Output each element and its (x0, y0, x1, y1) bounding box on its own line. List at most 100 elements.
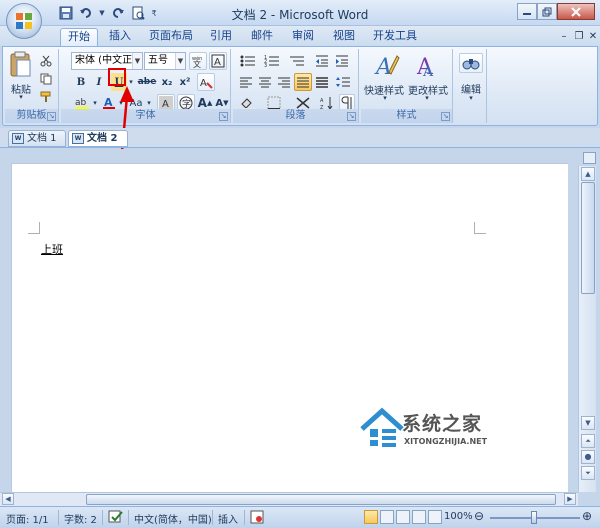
paste-icon[interactable] (8, 51, 34, 79)
align-left-icon[interactable] (237, 73, 255, 91)
window-title: 文档 2 - Microsoft Word (231, 8, 369, 22)
scroll-down-icon[interactable]: ▼ (581, 416, 595, 430)
proofing-icon[interactable] (108, 510, 124, 527)
horizontal-scroll-thumb[interactable] (86, 494, 556, 505)
document-text[interactable]: 上班 (41, 241, 63, 257)
doc-restore-icon[interactable]: ❐ (573, 30, 585, 42)
align-right-icon[interactable] (275, 73, 293, 91)
page-count[interactable]: 页面: 1/1 (6, 511, 49, 526)
zoom-in-icon[interactable]: ⊕ (582, 509, 592, 523)
svg-text:A: A (374, 55, 392, 80)
strikethrough-button[interactable]: abe (137, 73, 157, 91)
decrease-indent-icon[interactable] (313, 52, 331, 70)
tab-view[interactable]: 视图 (328, 28, 360, 46)
multilevel-list-icon[interactable] (285, 52, 309, 70)
font-group-label: 字体 (61, 109, 230, 123)
print-layout-icon[interactable] (364, 510, 378, 524)
scroll-up-icon[interactable]: ▲ (581, 167, 595, 181)
grow-font-label: A (197, 96, 207, 110)
zoom-level[interactable]: 100% (444, 511, 473, 522)
superscript-button[interactable]: x² (177, 73, 193, 91)
web-layout-icon[interactable] (396, 510, 410, 524)
minimize-button[interactable] (517, 3, 537, 20)
character-border-icon[interactable]: A (209, 52, 227, 70)
next-page-icon[interactable]: ⏷ (581, 466, 595, 480)
doc-tab-1[interactable]: W 文档 1 (8, 130, 66, 147)
tab-developer[interactable]: 开发工具 (369, 28, 421, 46)
word-doc-icon: W (12, 133, 24, 144)
phonetic-guide-icon[interactable]: wén 文 (189, 52, 207, 70)
tab-review[interactable]: 审阅 (287, 28, 319, 46)
language-indicator[interactable]: 中文(简体，中国) (134, 511, 212, 526)
font-name-dropdown[interactable]: 宋体 (中文正文) ▼ (71, 52, 143, 70)
select-browse-object-icon[interactable]: ● (581, 450, 595, 464)
font-launcher-icon[interactable]: ↘ (219, 112, 228, 121)
editing-dropdown-icon[interactable]: ▾ (465, 94, 477, 102)
full-screen-reading-icon[interactable] (380, 510, 394, 524)
vertical-scrollbar[interactable]: ▲ ▼ ⏶ ● ⏷ (578, 166, 596, 492)
view-ruler-button[interactable] (583, 152, 596, 164)
bullets-icon[interactable] (237, 52, 259, 70)
justify-icon[interactable] (294, 73, 312, 91)
cut-icon[interactable] (38, 52, 54, 70)
change-styles-dropdown-icon[interactable]: ▾ (421, 94, 433, 102)
maximize-button[interactable] (537, 3, 557, 20)
bold-button[interactable]: B (73, 73, 89, 91)
quick-styles-icon[interactable]: A (369, 51, 405, 81)
crop-mark-top-right (474, 222, 486, 234)
office-button[interactable] (6, 3, 42, 39)
subscript-button[interactable]: x₂ (159, 73, 175, 91)
quick-styles-dropdown-icon[interactable]: ▾ (379, 94, 391, 102)
doc-tab-2[interactable]: W 文档 2 (68, 130, 128, 147)
ribbon-minimize-icon[interactable]: – (558, 30, 570, 42)
change-styles-icon[interactable]: AA (409, 51, 445, 81)
minimize-icon (523, 12, 531, 15)
styles-launcher-icon[interactable]: ↘ (441, 112, 450, 121)
macro-record-icon[interactable] (250, 510, 264, 527)
svg-text:A: A (200, 78, 207, 89)
editing-group-footer (455, 109, 486, 123)
distributed-icon[interactable] (313, 73, 331, 91)
insert-mode[interactable]: 插入 (218, 511, 238, 526)
tab-mailings[interactable]: 邮件 (246, 28, 278, 46)
paragraph-group-label: 段落 (233, 109, 358, 123)
numbering-icon[interactable]: 123 (261, 52, 283, 70)
scroll-left-icon[interactable]: ◀ (2, 493, 14, 505)
vertical-scroll-thumb[interactable] (581, 182, 595, 294)
clipboard-launcher-icon[interactable]: ↘ (47, 112, 56, 121)
word-count[interactable]: 字数: 2 (64, 511, 97, 526)
outline-view-icon[interactable] (412, 510, 426, 524)
paragraph-launcher-icon[interactable]: ↘ (347, 112, 356, 121)
scroll-right-icon[interactable]: ▶ (564, 493, 576, 505)
doc-tab-1-label: 文档 1 (27, 133, 57, 144)
tab-page-layout[interactable]: 页面布局 (142, 28, 200, 46)
title-bar: ▼ ₹ 文档 2 - Microsoft Word (0, 0, 600, 26)
horizontal-scrollbar[interactable]: ◀ ▶ (0, 492, 578, 506)
crop-mark-top-left (28, 222, 40, 234)
find-icon[interactable] (459, 53, 483, 73)
paste-dropdown-icon[interactable]: ▾ (15, 93, 27, 101)
zoom-out-icon[interactable]: ⊖ (474, 509, 484, 523)
draft-view-icon[interactable] (428, 510, 442, 524)
format-painter-icon[interactable] (38, 88, 54, 106)
increase-indent-icon[interactable] (333, 52, 351, 70)
status-separator (58, 510, 59, 525)
align-center-icon[interactable] (256, 73, 274, 91)
tab-home[interactable]: 开始 (60, 28, 98, 46)
clear-formatting-icon[interactable]: A (197, 73, 215, 91)
tab-insert[interactable]: 插入 (103, 28, 137, 46)
close-button[interactable] (557, 3, 595, 20)
office-logo-icon (16, 13, 32, 29)
restore-icon (542, 7, 552, 16)
font-size-arrow-icon: ▼ (175, 53, 185, 69)
tab-references[interactable]: 引用 (205, 28, 237, 46)
watermark-title: 系统之家 (402, 413, 483, 435)
doc-close-icon[interactable]: ✕ (587, 30, 599, 42)
zoom-slider-thumb[interactable] (531, 511, 537, 524)
previous-page-icon[interactable]: ⏶ (581, 434, 595, 448)
line-spacing-icon[interactable] (333, 73, 353, 91)
word-doc-icon: W (72, 133, 84, 144)
font-size-dropdown[interactable]: 五号 ▼ (144, 52, 186, 70)
status-separator (244, 510, 245, 525)
copy-icon[interactable] (38, 70, 54, 88)
